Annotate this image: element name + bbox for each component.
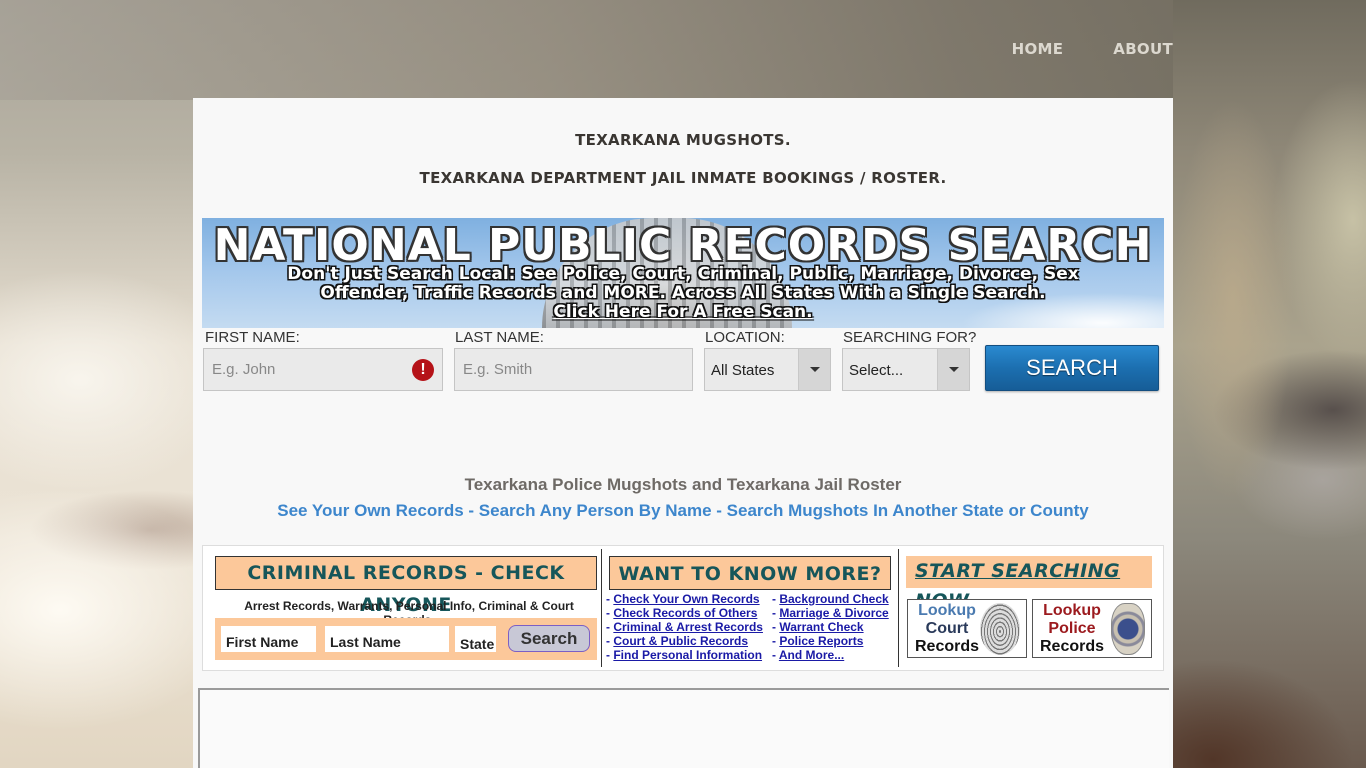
nav-about[interactable]: ABOUT — [1113, 40, 1173, 58]
link-see-own-records[interactable]: See Your Own Records — [277, 501, 463, 520]
police-card-text: Lookup Police Records — [1039, 602, 1105, 655]
link-police-reports[interactable]: Police Reports — [779, 634, 863, 648]
searching-for-value: Select... — [849, 362, 904, 379]
quick-links: See Your Own Records - Search Any Person… — [193, 501, 1173, 521]
column-divider — [898, 549, 899, 667]
exclamation-icon: ! — [412, 359, 434, 381]
mini-first-name-input[interactable]: First Name — [221, 626, 316, 652]
mini-search-button[interactable]: Search — [508, 625, 590, 652]
searching-for-select[interactable]: Select... — [842, 348, 970, 391]
searching-for-label: SEARCHING FOR? — [843, 329, 977, 346]
mini-last-name-input[interactable]: Last Name — [325, 626, 449, 652]
link-warrant-check[interactable]: Warrant Check — [779, 620, 863, 634]
column-divider — [601, 549, 602, 667]
link-criminal-arrest-records[interactable]: Criminal & Arrest Records — [613, 620, 763, 634]
search-button[interactable]: SEARCH — [985, 345, 1159, 391]
more-links-right: - Background Check - Marriage & Divorce … — [772, 592, 889, 662]
mini-state-select[interactable]: State — [455, 626, 496, 652]
background-right — [1173, 0, 1366, 768]
link-separator: - — [463, 501, 479, 520]
records-search-banner[interactable]: NATIONAL PUBLIC RECORDS SEARCH Don't Jus… — [202, 218, 1164, 328]
records-ad-box: CRIMINAL RECORDS - CHECK ANYONE Arrest R… — [202, 545, 1164, 671]
criminal-search-form: First Name Last Name State Search — [215, 618, 597, 660]
criminal-records-header: CRIMINAL RECORDS - CHECK ANYONE — [215, 556, 597, 616]
start-searching-header: START SEARCHING NOW — [906, 556, 1152, 612]
nav-home[interactable]: HOME — [1012, 40, 1064, 58]
top-nav: HOME ABOUT — [1012, 40, 1173, 58]
more-links-left: - Check Your Own Records - Check Records… — [606, 592, 763, 662]
page-title: TEXARKANA MUGSHOTS. — [575, 131, 791, 149]
police-badge-icon — [1111, 603, 1145, 655]
link-check-own-records[interactable]: Check Your Own Records — [613, 592, 759, 606]
link-separator: - — [711, 501, 727, 520]
link-and-more[interactable]: And More... — [779, 648, 844, 662]
want-to-know-more-header: WANT TO KNOW MORE? — [609, 556, 891, 590]
banner-line-1: Don't Just Search Local: See Police, Cou… — [287, 264, 1079, 284]
lookup-police-records-card[interactable]: Lookup Police Records — [1032, 599, 1152, 658]
section-subtitle: Texarkana Police Mugshots and Texarkana … — [464, 475, 902, 494]
location-select[interactable]: All States — [704, 348, 831, 391]
first-name-input[interactable] — [203, 348, 443, 391]
link-check-records-others[interactable]: Check Records of Others — [613, 606, 757, 620]
link-court-public-records[interactable]: Court & Public Records — [613, 634, 748, 648]
chevron-down-icon — [798, 349, 830, 390]
first-name-label: FIRST NAME: — [205, 329, 300, 346]
link-background-check[interactable]: Background Check — [779, 592, 888, 606]
page-subtitle: TEXARKANA DEPARTMENT JAIL INMATE BOOKING… — [419, 169, 947, 187]
link-search-other-state[interactable]: Search Mugshots In Another State or Coun… — [727, 501, 1089, 520]
last-name-label: LAST NAME: — [455, 329, 544, 346]
link-find-personal-info[interactable]: Find Personal Information — [613, 648, 762, 662]
link-marriage-divorce[interactable]: Marriage & Divorce — [779, 606, 888, 620]
chevron-down-icon — [937, 349, 969, 390]
location-value: All States — [711, 362, 775, 379]
embedded-frame — [198, 688, 1169, 768]
link-search-person[interactable]: Search Any Person By Name — [479, 501, 712, 520]
court-card-text: Lookup Court Records — [914, 602, 980, 655]
lookup-court-records-card[interactable]: Lookup Court Records — [907, 599, 1027, 658]
banner-cta-link[interactable]: Click Here For A Free Scan. — [202, 303, 1164, 322]
banner-line-2: Offender, Traffic Records and MORE. Acro… — [320, 283, 1046, 303]
content-panel: TEXARKANA MUGSHOTS. TEXARKANA DEPARTMENT… — [193, 98, 1173, 768]
last-name-input[interactable] — [454, 348, 693, 391]
location-label: LOCATION: — [705, 329, 785, 346]
fingerprint-icon — [980, 603, 1020, 655]
